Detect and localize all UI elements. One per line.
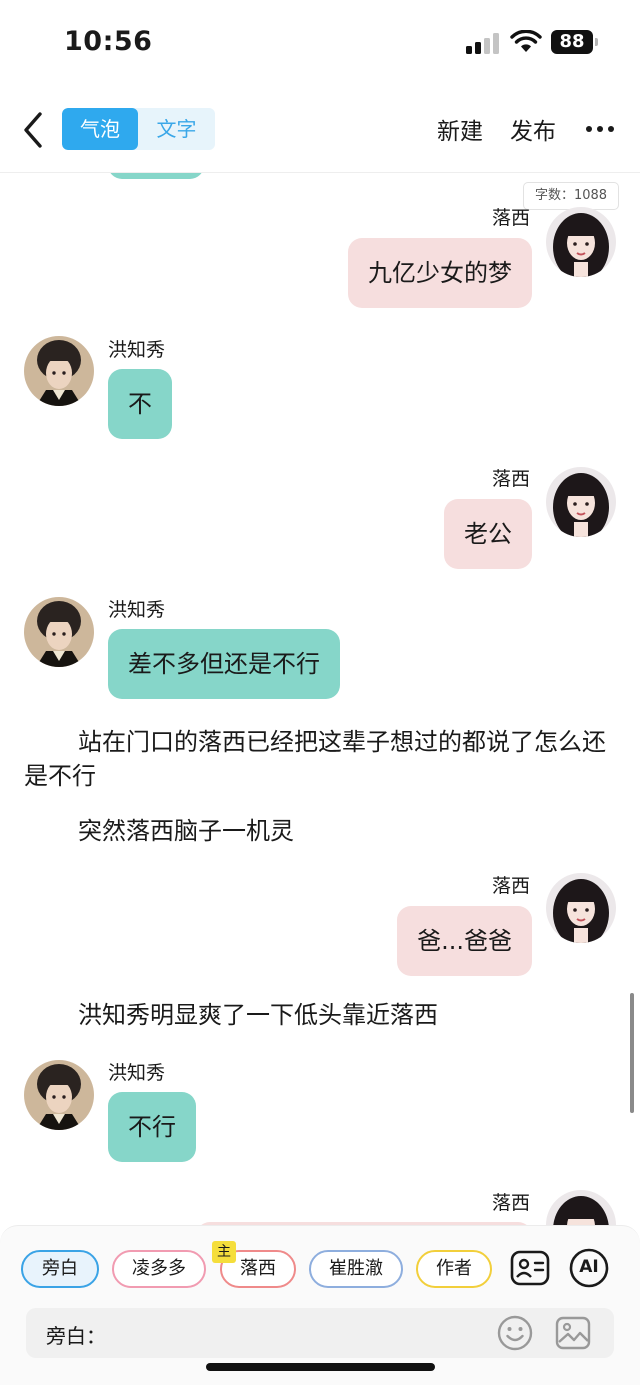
contact-card-icon[interactable] [510, 1248, 550, 1288]
emoji-icon[interactable] [496, 1314, 534, 1352]
tab-text[interactable]: 文字 [138, 108, 215, 150]
top-nav: 气泡 文字 新建 发布 [0, 98, 640, 164]
input-role-label: 旁白： [46, 1324, 106, 1348]
ai-label: AI [579, 1257, 599, 1277]
chat-area[interactable]: 字数：1088 落西 九亿少女的梦 洪知秀 不 落西 老公 洪知秀 差不多但还是… [0, 173, 640, 1225]
message-bubble[interactable]: 不行 [108, 1092, 196, 1162]
main-role-badge: 主 [212, 1241, 236, 1263]
image-icon[interactable] [554, 1314, 592, 1352]
mode-toggle: 气泡 文字 [62, 108, 215, 150]
sender-name: 落西 [491, 468, 530, 490]
message-bubble[interactable]: 差不多但还是不行 [108, 629, 340, 699]
sender-name: 洪知秀 [108, 599, 166, 621]
sender-name: 落西 [491, 1192, 530, 1214]
home-indicator [206, 1363, 435, 1371]
publish-button[interactable]: 发布 [510, 112, 556, 146]
new-button[interactable]: 新建 [437, 112, 483, 146]
role-chip-cui-shengche[interactable]: 崔胜澈 [309, 1250, 403, 1288]
signal-icon [466, 32, 500, 54]
avatar[interactable] [546, 873, 616, 943]
status-bar: 10:56 88 [0, 0, 640, 88]
battery-indicator: 88 [551, 30, 598, 54]
avatar[interactable] [546, 207, 616, 277]
message-input[interactable]: 旁白： [26, 1308, 614, 1358]
narration-text[interactable]: 突然落西脑子一机灵 [24, 814, 614, 848]
status-time: 10:56 [64, 26, 153, 57]
ai-icon[interactable]: AI [569, 1248, 609, 1288]
sender-name: 落西 [491, 875, 530, 897]
message-bubble[interactable]: 九亿少女的梦 [348, 238, 532, 308]
message-bubble[interactable]: 老公 [444, 499, 532, 569]
sender-name: 洪知秀 [108, 339, 166, 361]
avatar[interactable] [24, 597, 94, 667]
role-chip-author[interactable]: 作者 [416, 1250, 492, 1288]
avatar[interactable] [24, 1060, 94, 1130]
message-bubble[interactable]: 爸...爸爸 [397, 906, 532, 976]
sender-name: 落西 [491, 207, 530, 229]
word-count-badge: 字数：1088 [523, 182, 619, 210]
role-chip-narration[interactable]: 旁白 [21, 1250, 99, 1288]
composer-panel: 旁白 凌多多 落西 主 崔胜澈 作者 AI 旁白： [0, 1225, 640, 1385]
avatar[interactable] [24, 336, 94, 406]
scrollbar[interactable] [630, 993, 634, 1113]
role-chip-ling-duoduo[interactable]: 凌多多 [112, 1250, 206, 1288]
sender-name: 洪知秀 [108, 1062, 166, 1084]
narration-text[interactable]: 洪知秀明显爽了一下低头靠近落西 [24, 998, 614, 1032]
avatar[interactable] [546, 467, 616, 537]
more-icon[interactable] [586, 126, 614, 134]
partial-bubble [108, 173, 204, 179]
avatar[interactable] [546, 1190, 616, 1225]
back-icon[interactable] [20, 110, 46, 150]
message-bubble[interactable]: 不 [108, 369, 172, 439]
wifi-icon [510, 30, 542, 52]
narration-text[interactable]: 站在门口的落西已经把这辈子想过的都说了怎么还是不行 [24, 725, 614, 793]
tab-bubble[interactable]: 气泡 [62, 108, 138, 150]
